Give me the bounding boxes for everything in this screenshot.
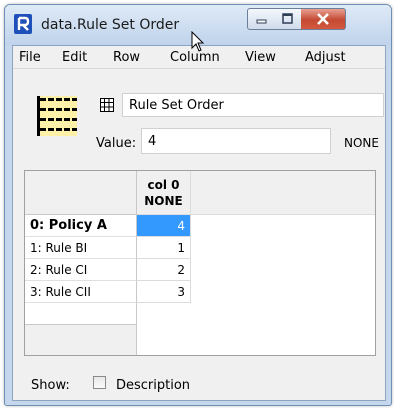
slot-name-field[interactable]: Rule Set Order: [122, 93, 384, 117]
grid-icon: [100, 98, 114, 112]
value-label: Value:: [96, 136, 137, 151]
mouse-cursor-icon: [191, 31, 205, 52]
table-cell-3[interactable]: 3: [137, 281, 191, 303]
row-header-1[interactable]: 1: Rule BI: [25, 237, 137, 259]
close-button[interactable]: [301, 8, 346, 30]
menu-adjust[interactable]: Adjust: [305, 50, 346, 65]
data-table: col 0 NONE 0: Policy A 4 1: Rule BI 1 2:…: [24, 170, 376, 356]
app-logo-icon: [14, 14, 32, 34]
table-slot-icon: [37, 96, 77, 136]
column-unit: NONE: [144, 194, 183, 208]
table-cell-2[interactable]: 2: [137, 259, 191, 281]
menu-edit[interactable]: Edit: [62, 50, 87, 65]
table-cell-0[interactable]: 4: [137, 215, 191, 237]
minimize-button[interactable]: [247, 8, 276, 30]
client-area: File Edit Row Column View Adjust Rule Se…: [12, 45, 386, 401]
app-window: data.Rule Set Order File Edit Row Column…: [4, 4, 392, 406]
maximize-icon: [282, 13, 293, 24]
close-icon: [317, 13, 329, 25]
row-header-2[interactable]: 2: Rule CI: [25, 259, 137, 281]
row-header-3[interactable]: 3: Rule CII: [25, 281, 137, 303]
description-checkbox[interactable]: [93, 376, 106, 389]
menu-file[interactable]: File: [19, 50, 41, 65]
description-label[interactable]: Description: [116, 378, 190, 393]
row-header-empty: [25, 303, 137, 325]
menu-view[interactable]: View: [245, 50, 276, 65]
table-corner: [25, 171, 137, 215]
header-filler: [191, 171, 375, 215]
maximize-button[interactable]: [274, 8, 302, 30]
table-cell-1[interactable]: 1: [137, 237, 191, 259]
row-header-0[interactable]: 0: Policy A: [25, 215, 137, 237]
value-unit: NONE: [344, 136, 379, 150]
row-header-filler: [25, 325, 137, 355]
column-header[interactable]: col 0 NONE: [137, 171, 191, 215]
menu-row[interactable]: Row: [113, 50, 140, 65]
show-label: Show:: [31, 378, 70, 393]
window-title: data.Rule Set Order: [41, 17, 180, 33]
column-name: col 0: [147, 178, 180, 192]
minimize-icon: [256, 19, 267, 24]
value-input[interactable]: 4: [141, 128, 331, 154]
